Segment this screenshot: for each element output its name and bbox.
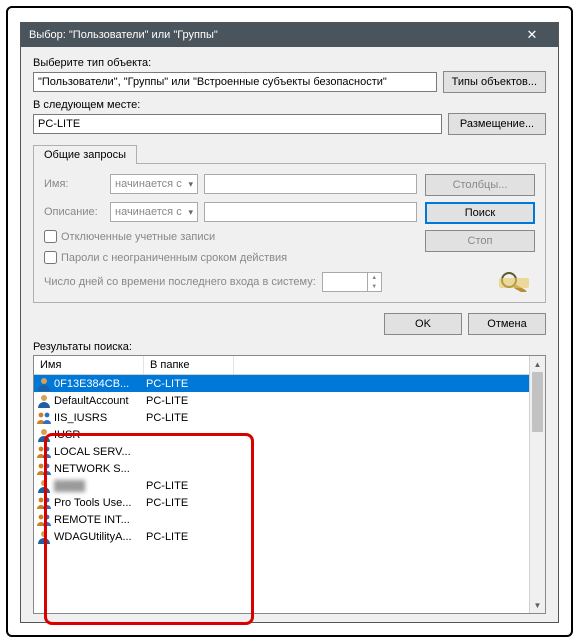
scroll-up-arrow[interactable]: ▲ [530,356,545,372]
user-icon [36,478,52,494]
nonexpiring-password-label: Пароли с неограниченным сроком действия [61,252,287,264]
column-name[interactable]: Имя [34,356,144,374]
disabled-accounts-box[interactable] [44,230,57,243]
table-row[interactable]: IIS_IUSRSPC-LITE [34,409,529,426]
tab-common-queries[interactable]: Общие запросы [33,145,137,164]
row-name: ████ [54,480,146,492]
group-icon [36,410,52,426]
row-name: LOCAL SERV... [54,446,146,458]
user-icon [36,529,52,545]
disabled-accounts-label: Отключенные учетные записи [61,231,215,243]
table-row[interactable]: IUSR [34,426,529,443]
spin-down[interactable]: ▼ [368,282,381,291]
row-name: NETWORK S... [54,463,146,475]
object-type-field[interactable]: "Пользователи", "Группы" или "Встроенные… [33,72,437,92]
table-row[interactable]: NETWORK S... [34,460,529,477]
table-row[interactable]: Pro Tools Use...PC-LITE [34,494,529,511]
table-row[interactable]: 0F13E384CB...PC-LITE [34,375,529,392]
table-row[interactable]: ████PC-LITE [34,477,529,494]
object-type-label: Выберите тип объекта: [33,57,546,69]
location-field[interactable]: PC-LITE [33,114,442,134]
column-folder[interactable]: В папке [144,356,234,374]
table-row[interactable]: DefaultAccountPC-LITE [34,392,529,409]
description-filter-label: Описание: [44,206,104,218]
row-name: DefaultAccount [54,395,146,407]
table-row[interactable]: REMOTE INT... [34,511,529,528]
user-icon [36,427,52,443]
locations-button[interactable]: Размещение... [448,113,546,135]
row-folder: PC-LITE [146,412,226,424]
row-folder: PC-LITE [146,378,226,390]
row-folder: PC-LITE [146,395,226,407]
user-icon [36,393,52,409]
window-title: Выбор: "Пользователи" или "Группы" [29,29,514,41]
name-filter-input[interactable] [204,174,417,194]
stop-button[interactable]: Стоп [425,230,535,252]
disabled-accounts-checkbox[interactable]: Отключенные учетные записи [44,230,417,243]
columns-button[interactable]: Столбцы... [425,174,535,196]
row-folder: PC-LITE [146,480,226,492]
row-name: REMOTE INT... [54,514,146,526]
results-list[interactable]: Имя В папке 0F13E384CB...PC-LITEDefaultA… [33,355,546,614]
table-row[interactable]: LOCAL SERV... [34,443,529,460]
row-name: Pro Tools Use... [54,497,146,509]
name-filter-label: Имя: [44,178,104,190]
name-condition-select[interactable]: начинается с [110,174,198,194]
scroll-thumb[interactable] [532,372,543,432]
scroll-down-arrow[interactable]: ▼ [530,597,545,613]
group-icon [36,512,52,528]
days-since-login-label: Число дней со времени последнего входа в… [44,276,316,288]
spin-up[interactable]: ▲ [368,273,381,282]
search-decoration-icon [495,266,535,292]
row-name: IUSR [54,429,146,441]
results-scrollbar[interactable]: ▲ ▼ [529,356,545,613]
cancel-button[interactable]: Отмена [468,313,546,335]
group-icon [36,495,52,511]
nonexpiring-password-checkbox[interactable]: Пароли с неограниченным сроком действия [44,251,417,264]
description-condition-select[interactable]: начинается с [110,202,198,222]
table-row[interactable]: WDAGUtilityA...PC-LITE [34,528,529,545]
nonexpiring-password-box[interactable] [44,251,57,264]
group-icon [36,444,52,460]
close-button[interactable]: ✕ [514,27,550,43]
search-button[interactable]: Поиск [425,202,535,224]
row-folder: PC-LITE [146,497,226,509]
user-icon [36,376,52,392]
object-types-button[interactable]: Типы объектов... [443,71,546,93]
group-icon [36,461,52,477]
row-name: WDAGUtilityA... [54,531,146,543]
days-since-login-input[interactable]: ▲▼ [322,272,382,292]
results-label: Результаты поиска: [33,341,546,353]
row-name: IIS_IUSRS [54,412,146,424]
location-label: В следующем месте: [33,99,546,111]
description-filter-input[interactable] [204,202,417,222]
row-name: 0F13E384CB... [54,378,146,390]
ok-button[interactable]: OK [384,313,462,335]
row-folder: PC-LITE [146,531,226,543]
